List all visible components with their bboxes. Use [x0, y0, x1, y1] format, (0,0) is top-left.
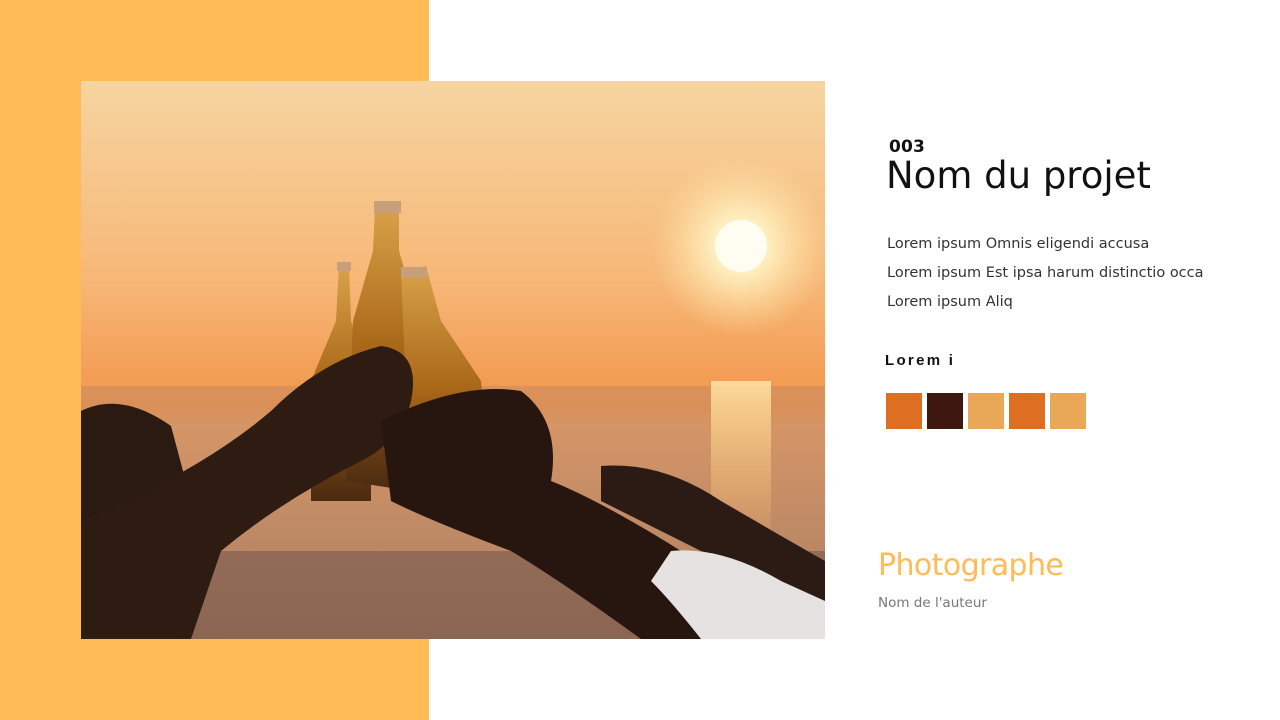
description-line: Lorem ipsum Est ipsa harum distinctio oc…: [887, 265, 1204, 281]
slide: 003 Nom du projet Lorem ipsum Omnis elig…: [0, 0, 1280, 720]
color-swatch: [968, 393, 1004, 429]
author-name: Nom de l'auteur: [878, 595, 987, 611]
color-swatch: [1050, 393, 1086, 429]
color-swatch: [886, 393, 922, 429]
project-description: Lorem ipsum Omnis eligendi accusa Lorem …: [887, 234, 1204, 321]
palette-title: Lorem i: [885, 352, 956, 369]
project-photo: [81, 81, 825, 639]
description-line: Lorem ipsum Aliq: [887, 294, 1013, 310]
color-swatch: [927, 393, 963, 429]
color-palette: [886, 393, 1086, 429]
project-title: Nom du projet: [886, 154, 1151, 197]
description-line: Lorem ipsum Omnis eligendi accusa: [887, 236, 1150, 252]
color-swatch: [1009, 393, 1045, 429]
photographer-label: Photographe: [878, 548, 1064, 583]
